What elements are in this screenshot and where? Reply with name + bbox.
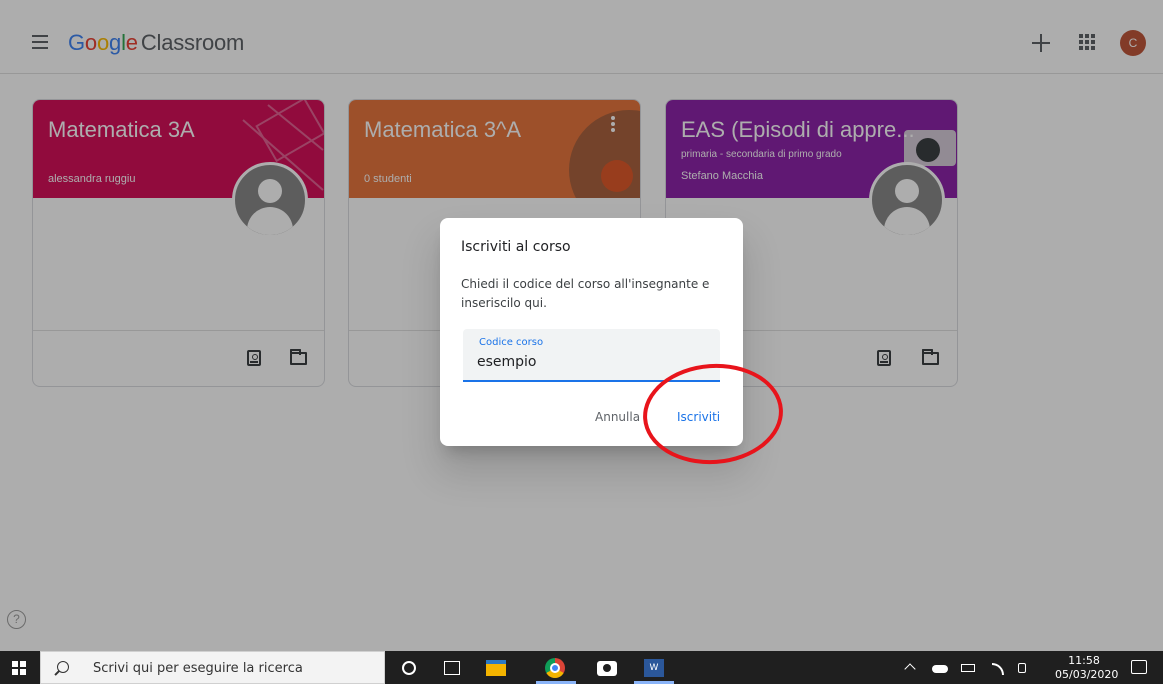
dialog-title: Iscriviti al corso [461, 239, 571, 255]
taskbar-search-placeholder: Scrivi qui per eseguire la ricerca [93, 661, 303, 676]
show-hidden-icons-chevron-icon[interactable] [904, 663, 916, 675]
onedrive-cloud-icon[interactable] [932, 665, 948, 673]
cancel-button[interactable]: Annulla [595, 410, 640, 424]
clock-date: 05/03/2020 [1055, 668, 1119, 681]
windows-taskbar: Scrivi qui per eseguire la ricerca W 11:… [0, 651, 1163, 684]
chrome-icon[interactable] [545, 658, 565, 678]
cortana-icon[interactable] [402, 661, 416, 675]
file-explorer-icon[interactable] [486, 660, 506, 676]
class-code-label: Codice corso [479, 337, 544, 348]
task-view-icon[interactable] [444, 661, 460, 675]
clock-time: 11:58 [1068, 654, 1100, 667]
class-code-field[interactable]: Codice corso [463, 329, 720, 382]
join-class-dialog: Iscriviti al corso Chiedi il codice del … [440, 218, 743, 446]
dialog-description: Chiedi il codice del corso all'insegnant… [461, 277, 710, 310]
volume-speaker-icon[interactable] [1018, 663, 1026, 673]
notification-center-icon[interactable] [1131, 660, 1147, 674]
class-code-input[interactable] [477, 351, 707, 373]
windows-start-icon[interactable] [12, 661, 26, 675]
camera-icon[interactable] [597, 661, 617, 676]
word-icon[interactable]: W [644, 659, 664, 677]
search-icon [57, 661, 69, 673]
screen: Google Classroom C Matematica 3A alessand… [0, 0, 1163, 651]
join-button[interactable]: Iscriviti [677, 410, 720, 424]
taskbar-clock[interactable]: 11:58 05/03/2020 [1055, 654, 1119, 682]
wifi-icon[interactable] [992, 663, 1004, 675]
battery-icon[interactable] [961, 664, 975, 672]
taskbar-search-box[interactable]: Scrivi qui per eseguire la ricerca [40, 651, 385, 684]
